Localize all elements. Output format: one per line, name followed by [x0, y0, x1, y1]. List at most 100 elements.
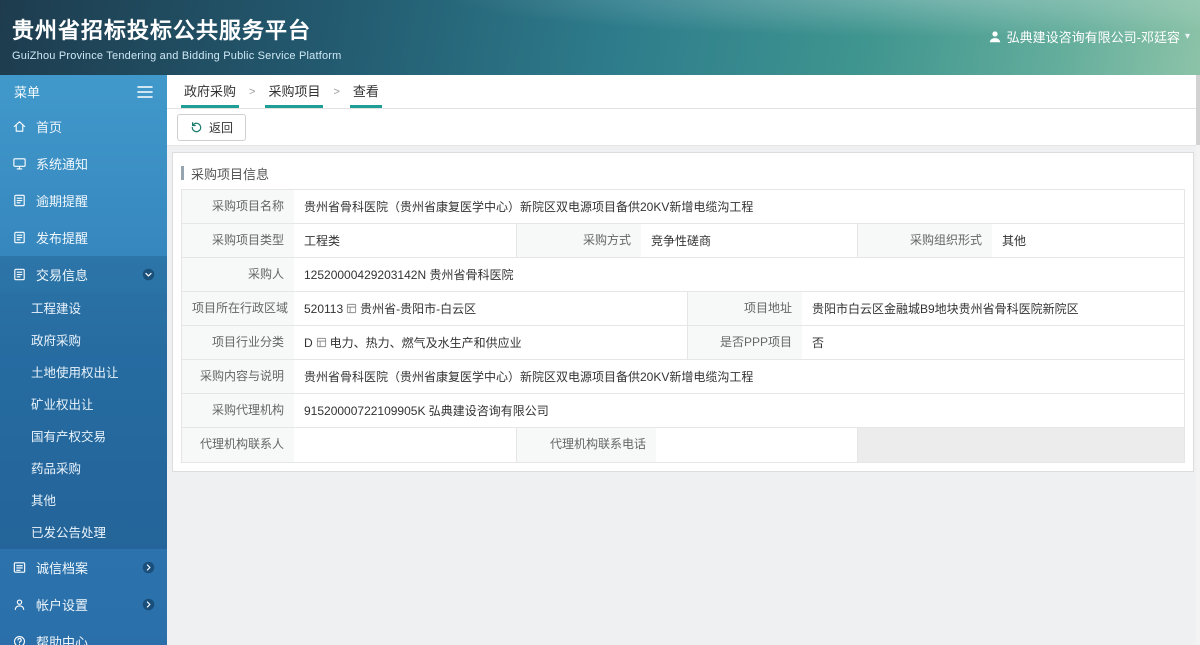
- field-label: 采购人: [182, 258, 294, 291]
- submenu-item-land-use[interactable]: 土地使用权出让: [0, 357, 167, 389]
- help-icon: [12, 634, 27, 645]
- document-icon: [12, 267, 27, 282]
- ppp-value: 否: [802, 326, 1184, 359]
- project-address-value: 贵阳市白云区金融城B9地块贵州省骨科医院新院区: [802, 292, 1184, 325]
- field-label: 采购内容与说明: [182, 360, 294, 393]
- person-icon: [12, 597, 27, 612]
- submenu-item-drug-procurement[interactable]: 药品采购: [0, 453, 167, 485]
- project-type-value: 工程类: [294, 224, 516, 257]
- agency-value: 91520000722109905K 弘典建设咨询有限公司: [294, 394, 1184, 427]
- field-label: 代理机构联系电话: [516, 428, 656, 462]
- agency-contact-value: [294, 428, 516, 462]
- chevron-down-circle-icon: [142, 268, 155, 281]
- back-button[interactable]: 返回: [177, 113, 247, 141]
- breadcrumb: 政府采购 > 采购项目 > 查看: [167, 75, 1200, 109]
- field-label: 项目地址: [687, 292, 802, 325]
- table-row: 采购项目类型 工程类 采购方式 竞争性磋商 采购组织形式 其他: [182, 224, 1184, 258]
- empty-filler-cell: [857, 428, 1184, 462]
- sidebar-item-label: 逾期提醒: [36, 194, 89, 209]
- industry-code: D: [304, 335, 313, 350]
- submenu-item-mining-rights[interactable]: 矿业权出让: [0, 389, 167, 421]
- sidebar-item-publish-reminder[interactable]: 发布提醒: [0, 219, 167, 256]
- user-menu[interactable]: 弘典建设咨询有限公司-邓廷容 ▾: [988, 27, 1190, 46]
- breadcrumb-procurement-project[interactable]: 采购项目: [265, 75, 324, 108]
- caret-down-icon: ▾: [1184, 31, 1190, 42]
- sidebar-item-help-center[interactable]: 帮助中心: [0, 623, 167, 645]
- industry-text: 电力、热力、燃气及水生产和供应业: [329, 336, 522, 350]
- submenu-item-published-notices[interactable]: 已发公告处理: [0, 517, 167, 549]
- organization-form-value: 其他: [992, 224, 1184, 257]
- app-header: 贵州省招标投标公共服务平台 GuiZhou Province Tendering…: [0, 0, 1200, 75]
- toolbar: 返回: [167, 109, 1200, 146]
- field-label: 采购项目名称: [182, 190, 294, 223]
- sidebar-item-label: 诚信档案: [36, 561, 89, 576]
- field-label: 项目行业分类: [182, 326, 294, 359]
- sidebar-item-overdue-reminder[interactable]: 逾期提醒: [0, 182, 167, 219]
- content-description-value: 贵州省骨科医院（贵州省康复医学中心）新院区双电源项目备供20KV新增电缆沟工程: [294, 360, 1184, 393]
- sidebar-item-label: 帐户设置: [36, 598, 89, 613]
- hamburger-icon[interactable]: [137, 85, 153, 99]
- submenu-item-other[interactable]: 其他: [0, 485, 167, 517]
- breadcrumb-separator: >: [249, 85, 256, 98]
- sidebar-item-label: 首页: [36, 120, 63, 135]
- panel-title: 采购项目信息: [181, 161, 1185, 185]
- sidebar: 菜单 首页 系统通知 逾期提醒 发布提醒 交易信息 工程建设 政府采购 土地使用…: [0, 75, 167, 645]
- title-marker: [181, 166, 184, 180]
- region-value: 520113 贵州省-贵阳市-白云区: [294, 292, 687, 325]
- breadcrumb-view[interactable]: 查看: [349, 75, 382, 108]
- lookup-icon: [346, 303, 357, 314]
- sidebar-item-label: 帮助中心: [36, 635, 89, 645]
- list-icon: [12, 560, 27, 575]
- industry-value: D 电力、热力、燃气及水生产和供应业: [294, 326, 687, 359]
- region-code: 520113: [304, 301, 344, 316]
- sidebar-item-label: 系统通知: [36, 157, 89, 172]
- field-label: 采购组织形式: [857, 224, 992, 257]
- document-icon: [12, 230, 27, 245]
- sidebar-item-label: 发布提醒: [36, 231, 89, 246]
- content: 采购项目信息 采购项目名称 贵州省骨科医院（贵州省康复医学中心）新院区双电源项目…: [167, 146, 1200, 645]
- sidebar-item-trade-info[interactable]: 交易信息: [0, 256, 167, 293]
- table-row: 采购内容与说明 贵州省骨科医院（贵州省康复医学中心）新院区双电源项目备供20KV…: [182, 360, 1184, 394]
- app-subtitle: GuiZhou Province Tendering and Bidding P…: [12, 50, 342, 62]
- menu-label: 菜单: [14, 85, 41, 100]
- table-row: 项目行业分类 D 电力、热力、燃气及水生产和供应业 是否PPP项目 否: [182, 326, 1184, 360]
- sidebar-item-label: 交易信息: [36, 268, 89, 283]
- lookup-icon: [316, 337, 327, 348]
- breadcrumb-gov-procurement[interactable]: 政府采购: [181, 75, 240, 108]
- sidebar-item-account-settings[interactable]: 帐户设置: [0, 586, 167, 623]
- submenu-item-engineering[interactable]: 工程建设: [0, 293, 167, 325]
- scrollbar-thumb[interactable]: [1196, 75, 1200, 145]
- chevron-right-circle-icon: [142, 561, 155, 574]
- main-area: 政府采购 > 采购项目 > 查看 返回 采购项目信息 采购项目名称 贵州省骨科医…: [167, 75, 1200, 645]
- table-row: 采购人 12520000429203142N 贵州省骨科医院: [182, 258, 1184, 292]
- document-icon: [12, 193, 27, 208]
- sidebar-item-notifications[interactable]: 系统通知: [0, 145, 167, 182]
- trade-info-submenu: 工程建设 政府采购 土地使用权出让 矿业权出让 国有产权交易 药品采购 其他 已…: [0, 293, 167, 549]
- sidebar-item-credit-archive[interactable]: 诚信档案: [0, 549, 167, 586]
- breadcrumb-separator: >: [333, 85, 340, 98]
- home-icon: [12, 119, 27, 134]
- project-name-value: 贵州省骨科医院（贵州省康复医学中心）新院区双电源项目备供20KV新增电缆沟工程: [294, 190, 1184, 223]
- table-row: 采购代理机构 91520000722109905K 弘典建设咨询有限公司: [182, 394, 1184, 428]
- agency-phone-value: [656, 428, 857, 462]
- panel-title-text: 采购项目信息: [191, 166, 270, 182]
- buyer-value: 12520000429203142N 贵州省骨科医院: [294, 258, 1184, 291]
- user-icon: [988, 30, 1002, 44]
- field-label: 是否PPP项目: [687, 326, 802, 359]
- back-button-label: 返回: [209, 120, 234, 135]
- sidebar-menu-header: 菜单: [0, 75, 167, 108]
- field-label: 代理机构联系人: [182, 428, 294, 462]
- field-label: 采购项目类型: [182, 224, 294, 257]
- procurement-method-value: 竞争性磋商: [641, 224, 857, 257]
- field-label: 采购方式: [516, 224, 641, 257]
- project-info-panel: 采购项目信息 采购项目名称 贵州省骨科医院（贵州省康复医学中心）新院区双电源项目…: [172, 152, 1194, 472]
- scrollbar[interactable]: [1196, 75, 1200, 645]
- submenu-item-state-property[interactable]: 国有产权交易: [0, 421, 167, 453]
- chevron-right-circle-icon: [142, 598, 155, 611]
- table-row: 项目所在行政区域 520113 贵州省-贵阳市-白云区 项目地址 贵阳市白云区金…: [182, 292, 1184, 326]
- sidebar-item-home[interactable]: 首页: [0, 108, 167, 145]
- monitor-icon: [12, 156, 27, 171]
- submenu-item-gov-procurement[interactable]: 政府采购: [0, 325, 167, 357]
- table-row: 代理机构联系人 代理机构联系电话: [182, 428, 1184, 462]
- field-label: 项目所在行政区域: [182, 292, 294, 325]
